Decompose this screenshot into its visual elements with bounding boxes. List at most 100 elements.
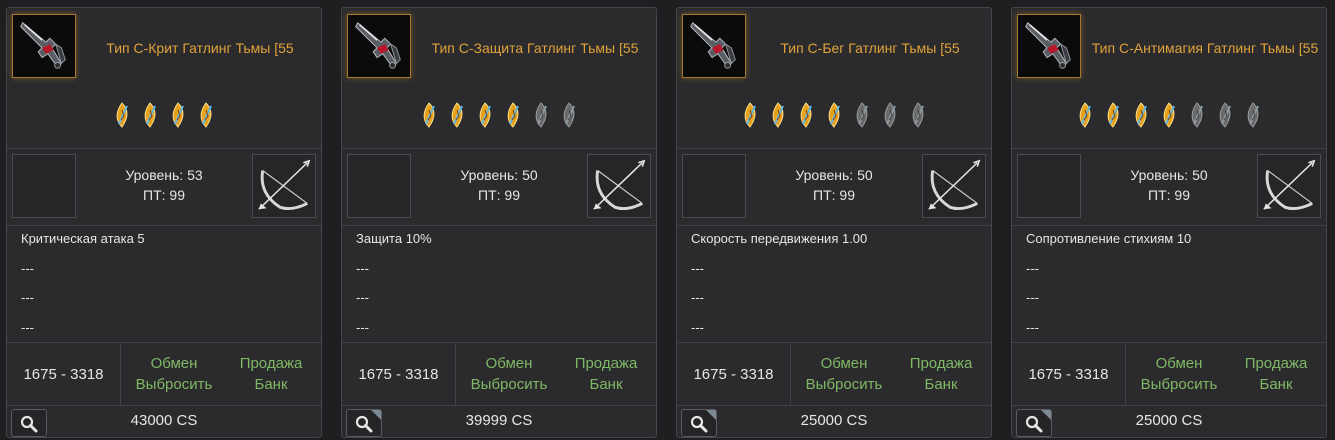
drop-link[interactable]: Выбросить	[1126, 374, 1232, 395]
empty-slot[interactable]	[12, 154, 76, 218]
gatling-gun-icon[interactable]	[1017, 14, 1081, 78]
bow-icon[interactable]	[1257, 154, 1321, 218]
level-text: Уровень: 50	[795, 167, 873, 183]
gem-row	[1012, 100, 1326, 130]
drop-link[interactable]: Выбросить	[121, 374, 227, 395]
rune-gem-active-icon	[172, 102, 184, 128]
price-text: 25000 CS	[800, 412, 868, 429]
bow-icon	[258, 159, 311, 211]
bow-icon	[1263, 159, 1316, 211]
action-column: Продажа Банк	[891, 353, 991, 395]
sell-link[interactable]: Продажа	[891, 353, 991, 374]
item-stats-row: Уровень: 53 ПТ: 99	[7, 148, 321, 226]
rune-gem-active-icon	[828, 102, 840, 128]
exchange-link[interactable]: Обмен	[1126, 353, 1232, 374]
gatling-gun-icon[interactable]	[347, 14, 411, 78]
item-card: Тип С-Антимагия Гатлинг Тьмы [55 Уровень…	[1011, 7, 1327, 438]
rune-gem-empty-icon	[912, 102, 924, 128]
card-header: Тип С-Антимагия Гатлинг Тьмы [55	[1012, 8, 1326, 148]
action-column: Обмен Выбросить	[121, 353, 227, 395]
item-title[interactable]: Тип С-Бег Гатлинг Тьмы [55	[755, 20, 985, 76]
search-button[interactable]	[11, 409, 47, 437]
rune-gem-active-icon	[507, 102, 519, 128]
item-stats: Уровень: 50 ПТ: 99	[417, 165, 581, 205]
exchange-link[interactable]: Обмен	[456, 353, 562, 374]
attribute-line: ---	[1026, 260, 1039, 276]
rune-gem-active-icon	[772, 102, 784, 128]
bow-icon[interactable]	[252, 154, 316, 218]
item-attributes: Скорость передвижения 1.00 --- --- ---	[691, 224, 981, 342]
attribute-line: Сопротивление стихиям 10	[1026, 231, 1192, 246]
rune-gem-active-icon	[1107, 102, 1119, 128]
search-button[interactable]	[1016, 409, 1052, 437]
item-footer: 43000 CS	[7, 404, 321, 439]
bank-link[interactable]: Банк	[1226, 374, 1326, 395]
attribute-line: ---	[21, 319, 34, 335]
item-stats: Уровень: 50 ПТ: 99	[752, 165, 916, 205]
rune-gem-empty-icon	[884, 102, 896, 128]
rune-gem-empty-icon	[1247, 102, 1259, 128]
action-column: Обмен Выбросить	[456, 353, 562, 395]
attribute-line: Скорость передвижения 1.00	[691, 231, 868, 246]
item-title[interactable]: Тип С-Защита Гатлинг Тьмы [55	[420, 20, 650, 76]
item-footer: 25000 CS	[1012, 404, 1326, 439]
gatling-gun-icon[interactable]	[12, 14, 76, 78]
gatling-gun-icon[interactable]	[682, 14, 746, 78]
rune-gem-active-icon	[479, 102, 491, 128]
drop-link[interactable]: Выбросить	[456, 374, 562, 395]
sell-link[interactable]: Продажа	[1226, 353, 1326, 374]
pt-text: ПТ: 99	[478, 187, 520, 203]
attribute-line: ---	[356, 290, 369, 305]
search-icon	[1025, 415, 1043, 433]
bank-link[interactable]: Банк	[891, 374, 991, 395]
rune-gem-active-icon	[144, 102, 156, 128]
level-text: Уровень: 53	[125, 167, 203, 183]
rune-gem-active-icon	[116, 102, 128, 128]
pt-text: ПТ: 99	[143, 187, 185, 203]
gatling-gun-icon	[1018, 15, 1080, 77]
bow-icon[interactable]	[922, 154, 986, 218]
item-stats: Уровень: 50 ПТ: 99	[1087, 165, 1251, 205]
bank-link[interactable]: Банк	[221, 374, 321, 395]
rune-gem-empty-icon	[535, 102, 547, 128]
rune-gem-active-icon	[744, 102, 756, 128]
empty-slot[interactable]	[682, 154, 746, 218]
card-header: Тип С-Крит Гатлинг Тьмы [55	[7, 8, 321, 148]
empty-slot[interactable]	[1017, 154, 1081, 218]
gem-row	[7, 100, 321, 130]
sell-link[interactable]: Продажа	[556, 353, 656, 374]
damage-range: 1675 - 3318	[7, 343, 121, 405]
item-stats-row: Уровень: 50 ПТ: 99	[342, 148, 656, 226]
action-column: Продажа Банк	[556, 353, 656, 395]
action-column: Продажа Банк	[221, 353, 321, 395]
level-text: Уровень: 50	[1130, 167, 1208, 183]
bow-icon	[928, 159, 981, 211]
bow-icon	[593, 159, 646, 211]
attribute-line: ---	[21, 260, 34, 276]
item-stats-row: Уровень: 50 ПТ: 99	[1012, 148, 1326, 226]
attribute-line: ---	[691, 290, 704, 305]
item-actions-row: 1675 - 3318 Обмен Выбросить Продажа Банк	[677, 342, 991, 406]
search-button[interactable]	[346, 409, 382, 437]
item-actions-row: 1675 - 3318 Обмен Выбросить Продажа Банк	[342, 342, 656, 406]
empty-slot[interactable]	[347, 154, 411, 218]
drop-link[interactable]: Выбросить	[791, 374, 897, 395]
sell-link[interactable]: Продажа	[221, 353, 321, 374]
rune-gem-empty-icon	[1191, 102, 1203, 128]
level-text: Уровень: 50	[460, 167, 538, 183]
attribute-line: ---	[356, 260, 369, 276]
card-header: Тип С-Бег Гатлинг Тьмы [55	[677, 8, 991, 148]
item-title[interactable]: Тип С-Антимагия Гатлинг Тьмы [55	[1090, 20, 1320, 76]
bow-icon[interactable]	[587, 154, 651, 218]
gem-row	[677, 100, 991, 130]
rune-gem-empty-icon	[856, 102, 868, 128]
item-card: Тип С-Бег Гатлинг Тьмы [55 Уровень: 50 П…	[676, 7, 992, 438]
search-button[interactable]	[681, 409, 717, 437]
item-card: Тип С-Защита Гатлинг Тьмы [55 Уровень: 5…	[341, 7, 657, 438]
item-title[interactable]: Тип С-Крит Гатлинг Тьмы [55	[85, 20, 315, 76]
price-text: 43000 CS	[130, 412, 198, 429]
bank-link[interactable]: Банк	[556, 374, 656, 395]
rune-gem-empty-icon	[563, 102, 575, 128]
exchange-link[interactable]: Обмен	[791, 353, 897, 374]
exchange-link[interactable]: Обмен	[121, 353, 227, 374]
